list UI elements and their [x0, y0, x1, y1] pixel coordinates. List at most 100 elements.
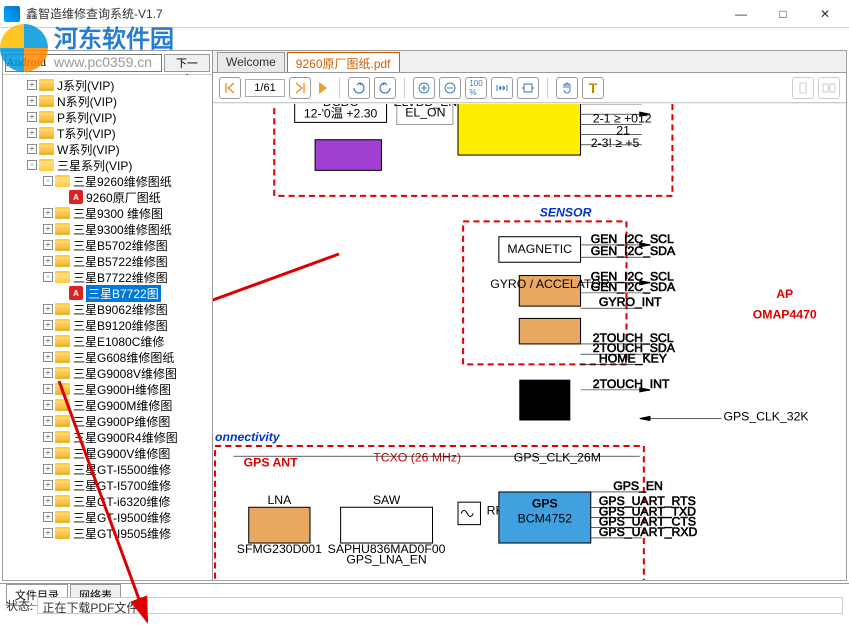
- expand-toggle[interactable]: +: [27, 80, 37, 90]
- expand-toggle[interactable]: +: [43, 528, 53, 538]
- tree-node[interactable]: A9260原厂图纸: [3, 189, 212, 205]
- tree-node[interactable]: +三星9300 维修图: [3, 205, 212, 221]
- last-page-button[interactable]: [289, 77, 311, 99]
- file-tree[interactable]: +J系列(VIP)+N系列(VIP) + P系列(VIP)+T系列(VIP)+W系列…: [3, 75, 212, 580]
- minimize-button[interactable]: —: [721, 2, 761, 26]
- expand-toggle[interactable]: +: [27, 144, 37, 154]
- expand-toggle[interactable]: +: [43, 432, 53, 442]
- first-page-button[interactable]: [219, 77, 241, 99]
- tree-node[interactable]: -三星9260维修图纸: [3, 173, 212, 189]
- pdf-toolbar: 100% T: [213, 73, 846, 103]
- tree-node[interactable]: +三星GT-I5500维修: [3, 461, 212, 477]
- expand-toggle[interactable]: +: [43, 416, 53, 426]
- hand-tool-button[interactable]: [556, 77, 578, 99]
- folder-icon: [55, 447, 70, 459]
- expand-toggle[interactable]: +: [43, 368, 53, 378]
- zoom-in-button[interactable]: [413, 77, 435, 99]
- expand-toggle[interactable]: +: [43, 256, 53, 266]
- tree-node[interactable]: +三星G900R4维修图: [3, 429, 212, 445]
- folder-icon: [55, 495, 70, 507]
- tab-document[interactable]: 9260原厂图纸.pdf: [287, 52, 400, 72]
- expand-toggle[interactable]: +: [43, 496, 53, 506]
- rotate-right-button[interactable]: [374, 77, 396, 99]
- search-input[interactable]: [5, 54, 162, 72]
- tree-node[interactable]: +三星E1080C维修: [3, 333, 212, 349]
- double-page-button[interactable]: [818, 77, 840, 99]
- titlebar: 鑫智造维修查询系统-V1.7 — □ ✕: [0, 0, 849, 28]
- svg-text:12-'0温 +2.30: 12-'0温 +2.30: [304, 106, 378, 120]
- folder-open-icon: [55, 175, 70, 187]
- tree-node[interactable]: +T系列(VIP): [3, 125, 212, 141]
- folder-icon: [39, 95, 54, 107]
- expand-toggle[interactable]: +: [43, 304, 53, 314]
- menubar: [0, 28, 849, 48]
- tree-node[interactable]: +三星G900M维修图: [3, 397, 212, 413]
- expand-toggle[interactable]: +: [43, 448, 53, 458]
- folder-open-icon: [55, 271, 70, 283]
- app-icon: [4, 6, 20, 22]
- rotate-left-button[interactable]: [348, 77, 370, 99]
- expand-toggle[interactable]: +: [43, 464, 53, 474]
- tree-node[interactable]: +三星G900H维修图: [3, 381, 212, 397]
- zoom-100-button[interactable]: 100%: [465, 77, 487, 99]
- go-button[interactable]: [319, 82, 327, 94]
- tree-node[interactable]: +三星GT-I9505维修: [3, 525, 212, 541]
- tree-node[interactable]: +三星GT-I5700维修: [3, 477, 212, 493]
- folder-icon: [39, 143, 54, 155]
- tree-node[interactable]: -三星B7722维修图: [3, 269, 212, 285]
- tree-node[interactable]: +三星G900V维修图: [3, 445, 212, 461]
- expand-toggle[interactable]: +: [27, 112, 37, 122]
- tree-node[interactable]: +三星B9120维修图: [3, 317, 212, 333]
- tab-welcome[interactable]: Welcome: [217, 52, 285, 72]
- expand-toggle[interactable]: +: [43, 224, 53, 234]
- expand-toggle[interactable]: +: [43, 208, 53, 218]
- tree-node[interactable]: + P系列(VIP): [3, 109, 212, 125]
- expand-toggle[interactable]: +: [43, 336, 53, 346]
- expand-toggle[interactable]: +: [43, 512, 53, 522]
- tree-label: 三星9300维修图纸: [73, 221, 172, 238]
- tree-node[interactable]: +W系列(VIP): [3, 141, 212, 157]
- tree-node[interactable]: +三星GT-I9500维修: [3, 509, 212, 525]
- close-button[interactable]: ✕: [805, 2, 845, 26]
- folder-icon: [55, 431, 70, 443]
- svg-text:GPS: GPS: [532, 496, 558, 510]
- expand-toggle[interactable]: +: [27, 128, 37, 138]
- tree-node[interactable]: +三星B5722维修图: [3, 253, 212, 269]
- svg-text:MAGNETIC: MAGNETIC: [507, 242, 572, 256]
- tree-node[interactable]: +三星G9008V维修图: [3, 365, 212, 381]
- zoom-out-button[interactable]: [439, 77, 461, 99]
- tree-node[interactable]: +三星GT-i6320维修: [3, 493, 212, 509]
- expand-toggle[interactable]: +: [43, 480, 53, 490]
- expand-toggle[interactable]: -: [43, 176, 53, 186]
- expand-toggle[interactable]: +: [43, 320, 53, 330]
- tree-node[interactable]: A三星B7722图: [3, 285, 212, 301]
- tree-node[interactable]: +J系列(VIP): [3, 77, 212, 93]
- expand-toggle[interactable]: +: [43, 384, 53, 394]
- single-page-button[interactable]: [792, 77, 814, 99]
- tree-node[interactable]: + 三星9300维修图纸: [3, 221, 212, 237]
- expand-toggle[interactable]: +: [27, 96, 37, 106]
- tree-node[interactable]: + 三星B9062维修图: [3, 301, 212, 317]
- expand-toggle[interactable]: -: [27, 160, 37, 170]
- expand-toggle[interactable]: +: [43, 400, 53, 410]
- expand-toggle[interactable]: -: [43, 272, 53, 282]
- pdf-viewer[interactable]: DCDC 12-'0温 +2.30 ELVDD_EN EL_ON OCTA: [213, 103, 846, 580]
- fit-width-button[interactable]: [491, 77, 513, 99]
- tree-node[interactable]: -三星系列(VIP): [3, 157, 212, 173]
- tree-node[interactable]: +N系列(VIP): [3, 93, 212, 109]
- tree-label: 三星B9062维修图: [73, 301, 168, 318]
- tree-label: P系列(VIP): [57, 109, 116, 126]
- tree-node[interactable]: +三星G608维修图纸: [3, 349, 212, 365]
- tree-node[interactable]: +三星B5702维修图: [3, 237, 212, 253]
- maximize-button[interactable]: □: [763, 2, 803, 26]
- expand-toggle[interactable]: +: [43, 240, 53, 250]
- expand-toggle[interactable]: +: [43, 352, 53, 362]
- tree-node[interactable]: + 三星G900P维修图: [3, 413, 212, 429]
- right-panel: Welcome 9260原厂图纸.pdf 100% T: [213, 51, 846, 580]
- page-input[interactable]: [245, 79, 285, 97]
- tree-label: 三星G900P维修图: [73, 413, 170, 430]
- next-button[interactable]: 下一个: [164, 54, 210, 72]
- fit-page-button[interactable]: [517, 77, 539, 99]
- text-tool-button[interactable]: T: [582, 77, 604, 99]
- folder-icon: [39, 127, 54, 139]
